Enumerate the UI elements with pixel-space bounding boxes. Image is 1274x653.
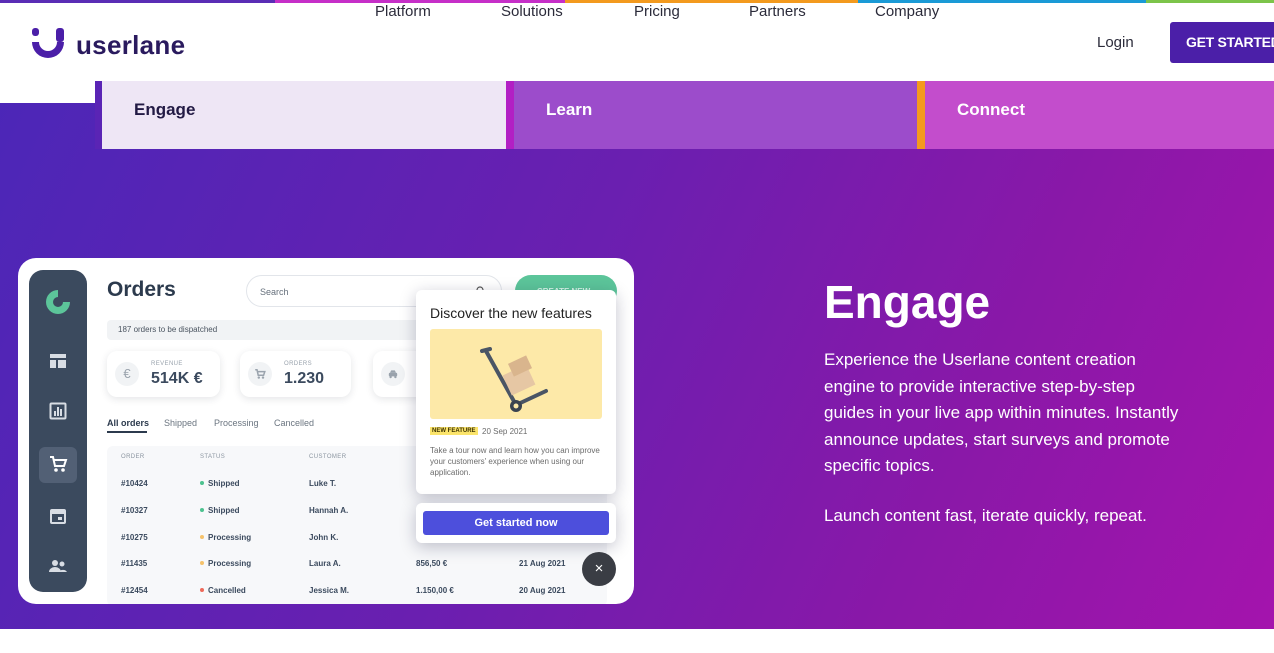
order-customer: Laura A. (309, 559, 341, 568)
column-header-customer: CUSTOMER (309, 454, 347, 460)
order-id[interactable]: #10327 (121, 506, 148, 515)
orders-title: Orders (107, 278, 176, 301)
cart-icon[interactable] (48, 454, 68, 474)
order-amount: 1.150,00 € (416, 586, 454, 595)
popup-action-bar: Get started now (416, 503, 616, 543)
calendar-icon[interactable] (48, 506, 68, 526)
status-text: Shipped (208, 506, 240, 515)
tab-all-orders[interactable]: All orders (107, 418, 149, 428)
hand-truck-illustration (430, 329, 602, 419)
section-title: Engage (824, 276, 991, 328)
nav-partners[interactable]: Partners (749, 3, 806, 20)
site-header: userlane Platform Solutions Pricing Part… (0, 3, 1274, 81)
order-customer: Luke T. (309, 479, 337, 488)
new-feature-badge: NEW FEATURE (430, 427, 478, 435)
status-dot (200, 508, 204, 512)
order-amount: 856,50 € (416, 559, 448, 568)
order-date: 21 Aug 2021 (519, 559, 566, 568)
nav-pricing[interactable]: Pricing (634, 3, 680, 20)
car-icon (381, 362, 405, 386)
strip-segment (0, 0, 275, 3)
order-customer: John K. (309, 533, 339, 542)
tab-shipped[interactable]: Shipped (164, 418, 197, 428)
order-customer: Hannah A. (309, 506, 349, 515)
order-id[interactable]: #10424 (121, 479, 148, 488)
status-text: Processing (208, 559, 252, 568)
order-id[interactable]: #10275 (121, 533, 148, 542)
order-status: Processing (200, 533, 251, 542)
strip-segment (858, 0, 1146, 3)
status-dot (200, 535, 204, 539)
tab-learn[interactable]: Learn (506, 81, 917, 149)
get-started-button[interactable]: GET STARTED (1170, 22, 1274, 63)
popup-date: 20 Sep 2021 (482, 427, 528, 436)
column-header-status: STATUS (200, 454, 226, 460)
active-tab-underline (107, 431, 147, 433)
euro-icon: € (115, 362, 139, 386)
stat-label: REVENUE (151, 361, 183, 367)
nav-company[interactable]: Company (875, 3, 939, 20)
order-id[interactable]: #12454 (121, 586, 148, 595)
search-placeholder: Search (260, 287, 289, 297)
section-tagline: Launch content fast, iterate quickly, re… (824, 506, 1147, 525)
tab-cancelled[interactable]: Cancelled (274, 418, 314, 428)
login-link[interactable]: Login (1097, 34, 1134, 51)
stat-card-orders: ORDERS 1.230 (240, 351, 351, 397)
order-status: Processing (200, 559, 251, 568)
strip-segment (275, 0, 565, 3)
column-header-order: ORDER (121, 454, 145, 460)
tab-engage[interactable]: Engage (95, 81, 506, 149)
strip-segment (1146, 0, 1274, 3)
section-description: Experience the Userlane content creation… (824, 350, 1179, 475)
chart-icon[interactable] (48, 401, 68, 421)
app-sidebar (29, 270, 87, 592)
popup-title: Discover the new features (430, 305, 592, 321)
header-extension (0, 81, 95, 103)
order-customer: Jessica M. (309, 586, 350, 595)
get-started-now-button[interactable]: Get started now (423, 511, 609, 535)
close-icon[interactable]: × (582, 552, 616, 586)
order-status: Shipped (200, 506, 240, 515)
logo-wordmark: userlane (76, 29, 186, 60)
nav-platform[interactable]: Platform (375, 3, 431, 20)
app-logo-icon (44, 288, 72, 316)
stat-label: ORDERS (284, 361, 313, 367)
dispatch-note: 187 orders to be dispatched (107, 320, 427, 340)
logo[interactable]: userlane (32, 28, 185, 62)
tab-connect[interactable]: Connect (917, 81, 1274, 149)
cart-icon (248, 362, 272, 386)
page: userlane Platform Solutions Pricing Part… (0, 0, 1274, 653)
brand-color-strip (0, 0, 1274, 3)
status-text: Processing (208, 533, 252, 542)
stat-card-revenue: € REVENUE 514K € (107, 351, 220, 397)
order-id[interactable]: #11435 (121, 559, 147, 568)
stat-value: 1.230 (284, 370, 325, 387)
status-dot (200, 481, 204, 485)
status-dot (200, 561, 204, 565)
order-status: Cancelled (200, 586, 246, 595)
order-status: Shipped (200, 479, 240, 488)
userlane-logo-icon (32, 28, 64, 62)
footer-edge (0, 629, 1274, 653)
stat-value: 514K € (151, 370, 203, 387)
dashboard-icon[interactable] (48, 351, 68, 371)
tab-processing[interactable]: Processing (214, 418, 259, 428)
popup-description: Take a tour now and learn how you can im… (430, 446, 600, 477)
feature-announcement-popup: Discover the new features NEW FEATURE 20… (416, 290, 616, 494)
people-icon[interactable] (48, 556, 68, 576)
status-dot (200, 588, 204, 592)
nav-solutions[interactable]: Solutions (501, 3, 563, 20)
order-date: 20 Aug 2021 (519, 586, 566, 595)
strip-segment (565, 0, 858, 3)
status-text: Shipped (208, 479, 240, 488)
status-text: Cancelled (208, 586, 246, 595)
